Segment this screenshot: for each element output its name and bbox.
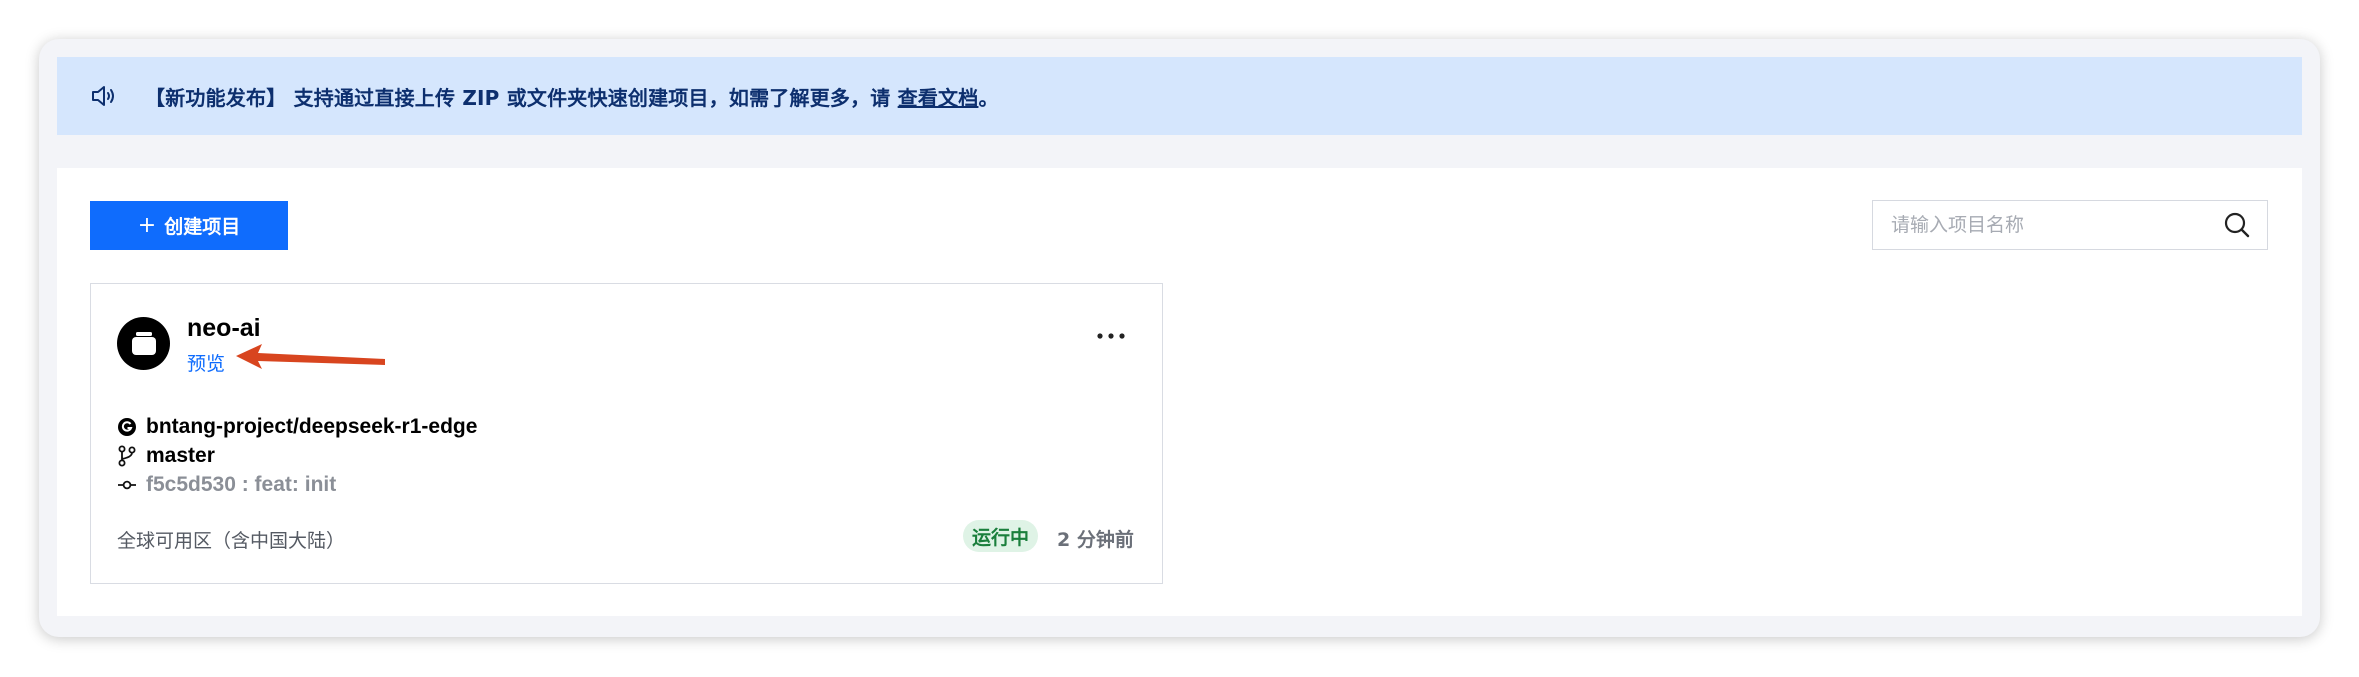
deploy-region: 全球可用区（含中国大陆） [117, 530, 346, 552]
project-avatar [117, 317, 170, 370]
annotation-arrow [236, 344, 385, 369]
branch-name: master [146, 444, 215, 467]
announcement-banner: 【新功能发布】 支持通过直接上传 ZIP 或文件夹快速创建项目，如需了解更多，请… [57, 57, 2302, 135]
view-docs-link[interactable]: 查看文档 [898, 86, 979, 110]
git-repo-icon [117, 417, 137, 437]
create-project-button[interactable]: + 创建项目 [90, 201, 288, 250]
search-input[interactable] [1873, 201, 2223, 249]
project-name[interactable]: neo-ai [187, 314, 261, 343]
speaker-icon [91, 82, 119, 110]
project-panel: + 创建项目 neo-ai 预览 [57, 168, 2302, 616]
repo-row: bntang-project/deepseek-r1-edge [117, 415, 477, 439]
branch-row: master [117, 444, 215, 468]
updated-time: 2 分钟前 [1057, 529, 1134, 551]
status-badge: 运行中 [963, 520, 1039, 552]
commit-message[interactable]: f5c5d530 : feat: init [146, 473, 336, 497]
announcement-suffix: 。 [978, 85, 999, 110]
announcement-text: 【新功能发布】 支持通过直接上传 ZIP 或文件夹快速创建项目，如需了解更多，请… [145, 82, 999, 111]
git-commit-icon [117, 475, 137, 495]
more-icon[interactable] [1091, 324, 1131, 348]
git-branch-icon [117, 445, 137, 467]
project-search [1872, 200, 2268, 250]
plus-icon: + [137, 212, 157, 238]
search-icon[interactable] [2223, 211, 2251, 239]
commit-row: f5c5d530 : feat: init [117, 473, 336, 497]
repo-name[interactable]: bntang-project/deepseek-r1-edge [146, 415, 477, 439]
create-project-label: 创建项目 [164, 216, 241, 238]
project-card[interactable]: neo-ai 预览 bntang-project/deepseek-r1-edg… [90, 283, 1163, 584]
announcement-message: 【新功能发布】 支持通过直接上传 ZIP 或文件夹快速创建项目，如需了解更多，请 [145, 85, 898, 110]
preview-link[interactable]: 预览 [187, 349, 225, 376]
